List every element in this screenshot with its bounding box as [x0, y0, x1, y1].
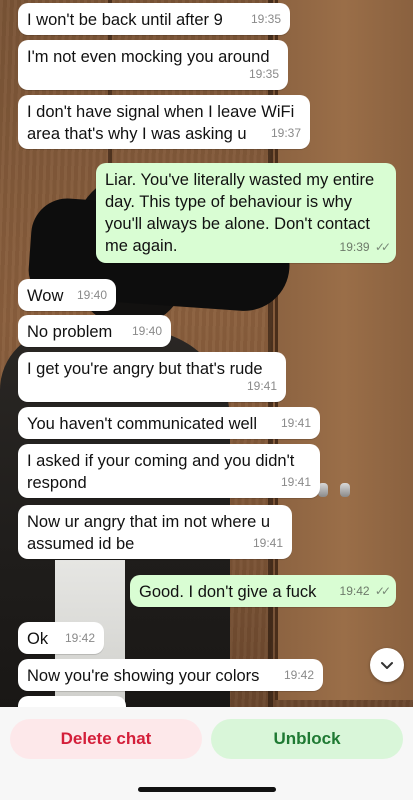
unblock-button[interactable]: Unblock: [211, 719, 403, 759]
message-text: Wow: [27, 287, 64, 305]
message-text: I'm not even mocking you around: [27, 48, 270, 66]
message-bubble-outgoing[interactable]: Liar. You've literally wasted my entire …: [96, 163, 396, 263]
message-text: I asked if your coming and you didn't re…: [27, 452, 295, 492]
message-bubble[interactable]: I asked if your coming and you didn't re…: [18, 444, 320, 498]
message-time: 19:39 ✓✓: [340, 236, 392, 258]
message-text: Liar. You've literally wasted my entire …: [105, 171, 375, 255]
message-bubble-outgoing[interactable]: Good. I don't give a fuck 19:42 ✓✓: [130, 575, 396, 607]
message-text: Ok: [27, 630, 49, 648]
message-bubble[interactable]: Ok 19:42: [18, 622, 104, 654]
read-receipt-icon: ✓✓: [374, 240, 391, 254]
message-time: 19:41: [252, 536, 283, 550]
message-time: 19:42 ✓✓: [340, 580, 392, 602]
message-time: 19:42: [64, 631, 95, 645]
message-bubble[interactable]: Wow 19:40: [18, 279, 116, 311]
message-text: Now ur angry that im not where u assumed…: [27, 513, 271, 553]
blocked-contact-action-bar: Delete chat Unblock: [0, 707, 413, 800]
message-bubble[interactable]: I won't be back until after 9 19:35: [18, 3, 290, 35]
chevron-down-icon: [381, 662, 393, 669]
message-text: Now you're showing your colors: [27, 667, 260, 685]
message-text: You haven't communicated well: [27, 415, 258, 433]
message-list[interactable]: I won't be back until after 9 19:35 I'm …: [0, 0, 413, 800]
message-bubble[interactable]: Now you're showing your colors 19:42: [18, 659, 323, 691]
message-bubble[interactable]: No problem 19:40: [18, 315, 171, 347]
message-time: 19:40: [76, 288, 107, 302]
message-bubble[interactable]: You haven't communicated well 19:41: [18, 407, 320, 439]
message-time: 19:41: [280, 475, 311, 489]
home-indicator[interactable]: [138, 787, 276, 792]
read-receipt-icon: ✓✓: [374, 584, 391, 598]
message-text: I don't have signal when I leave WiFi ar…: [27, 103, 295, 143]
message-bubble[interactable]: I don't have signal when I leave WiFi ar…: [18, 95, 310, 149]
message-time: 19:35: [248, 67, 279, 81]
message-time: 19:35: [250, 12, 281, 26]
message-time: 19:41: [280, 416, 311, 430]
message-time: 19:42: [283, 668, 314, 682]
message-text: Good. I don't give a fuck: [139, 583, 317, 601]
message-bubble[interactable]: Now ur angry that im not where u assumed…: [18, 505, 292, 559]
message-bubble[interactable]: I get you're angry but that's rude 19:41: [18, 352, 286, 402]
message-time: 19:40: [131, 324, 162, 338]
message-text: No problem: [27, 323, 113, 341]
message-bubble[interactable]: I'm not even mocking you around 19:35: [18, 40, 288, 90]
message-time: 19:41: [246, 379, 277, 393]
message-time: 19:37: [270, 126, 301, 140]
message-text: I won't be back until after 9: [27, 11, 223, 29]
delete-chat-button[interactable]: Delete chat: [10, 719, 202, 759]
scroll-to-bottom-button[interactable]: [370, 648, 404, 682]
message-text: I get you're angry but that's rude: [27, 360, 263, 378]
